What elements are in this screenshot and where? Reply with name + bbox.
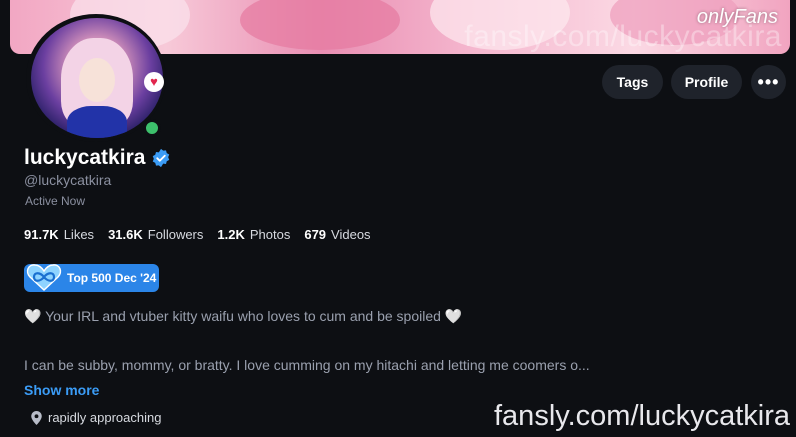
bio-line: 🤍 Your IRL and vtuber kitty waifu who lo…	[24, 308, 463, 324]
infinity-heart-icon	[26, 264, 62, 292]
profile-handle: @luckycatkira	[24, 172, 112, 188]
badge-label: Top 500 Dec '24	[67, 271, 157, 285]
display-name: luckycatkira	[24, 146, 146, 169]
bio-line: I can be subby, mommy, or bratty. I love…	[24, 357, 590, 373]
avatar[interactable]	[31, 18, 163, 138]
heart-icon: ♥	[144, 72, 164, 92]
stat-likes: 91.7K Likes	[24, 227, 95, 242]
online-status-icon	[143, 119, 161, 137]
more-options-button[interactable]: •••	[751, 65, 786, 99]
stat-photos[interactable]: 1.2K Photos	[217, 227, 290, 242]
profile-stats: 91.7K Likes 31.6K Followers 1.2K Photos 679…	[24, 227, 371, 242]
profile-button[interactable]: Profile	[671, 65, 742, 99]
banner-watermark: fansly.com/luckycatkira	[464, 20, 782, 53]
location: rapidly approaching	[31, 410, 161, 425]
location-pin-icon	[31, 410, 42, 425]
tags-button[interactable]: Tags	[602, 65, 663, 99]
top-creator-badge: Top 500 Dec '24	[24, 264, 159, 292]
verified-icon	[153, 148, 170, 168]
stat-followers[interactable]: 31.6K Followers	[108, 227, 203, 242]
show-more-link[interactable]: Show more	[24, 382, 99, 398]
location-text: rapidly approaching	[48, 410, 162, 425]
stat-videos[interactable]: 679 Videos	[304, 227, 370, 242]
name-row: luckycatkira	[24, 146, 171, 170]
activity-status: Active Now	[25, 194, 86, 208]
page-watermark: fansly.com/luckycatkira	[494, 400, 790, 432]
